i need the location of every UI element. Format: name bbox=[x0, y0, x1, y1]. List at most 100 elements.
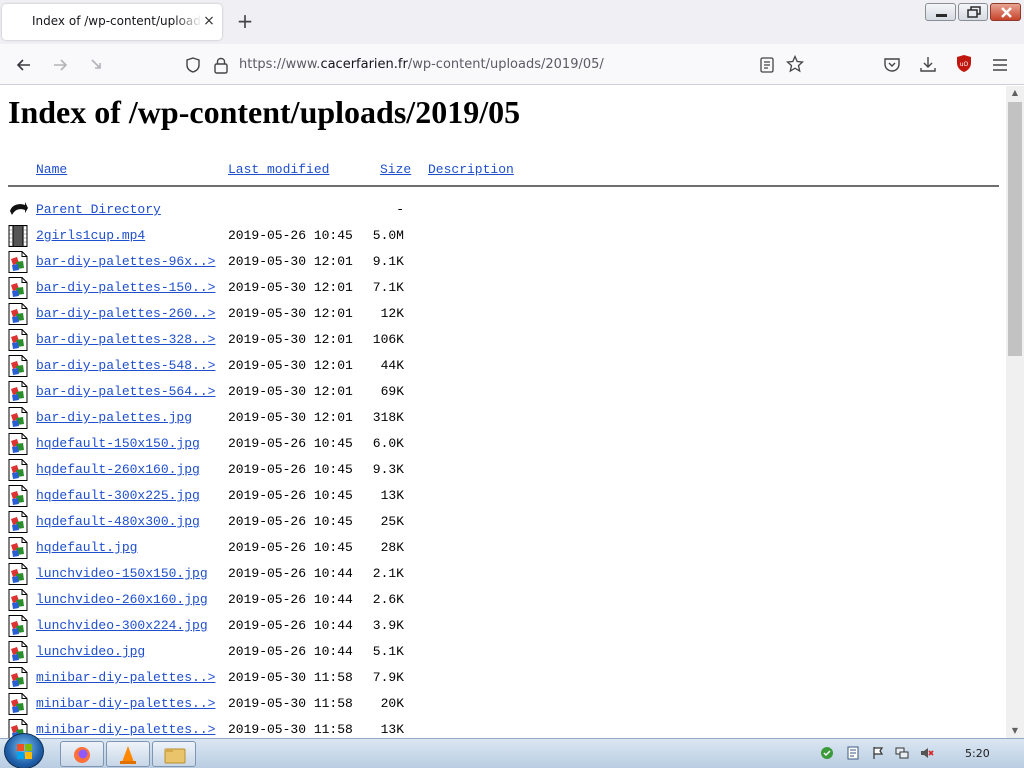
taskbar-vlc-button[interactable] bbox=[106, 741, 150, 767]
file-link[interactable]: hqdefault-260x160.jpg bbox=[36, 462, 200, 477]
restore-button[interactable] bbox=[958, 3, 988, 21]
file-link[interactable]: bar-diy-palettes-150..> bbox=[36, 280, 215, 295]
size-cell: 106K bbox=[372, 332, 404, 347]
document-tray-icon[interactable] bbox=[846, 746, 860, 760]
size-cell: 69K bbox=[380, 384, 404, 399]
back-button[interactable] bbox=[11, 52, 37, 78]
start-button[interactable] bbox=[4, 733, 44, 768]
last-modified-cell: 2019-05-30 11:58 bbox=[228, 696, 353, 711]
size-cell: 3.9K bbox=[372, 618, 404, 633]
svg-text:uO: uO bbox=[960, 61, 969, 68]
hamburger-menu-icon[interactable] bbox=[991, 56, 1009, 74]
file-link[interactable]: bar-diy-palettes-564..> bbox=[36, 384, 215, 399]
file-link[interactable]: bar-diy-palettes-260..> bbox=[36, 306, 215, 321]
tracking-protection-shield-icon[interactable] bbox=[185, 57, 201, 73]
file-link[interactable]: bar-diy-palettes-548..> bbox=[36, 358, 215, 373]
table-row: hqdefault.jpg 2019-05-26 10:45 28K bbox=[0, 536, 1000, 562]
lock-icon[interactable] bbox=[213, 56, 229, 74]
column-header-name[interactable]: Name bbox=[36, 162, 67, 177]
file-link[interactable]: minibar-diy-palettes..> bbox=[36, 670, 215, 685]
image-file-icon bbox=[8, 511, 28, 533]
image-file-icon bbox=[8, 303, 28, 325]
pocket-icon[interactable] bbox=[883, 56, 901, 74]
table-row: bar-diy-palettes-328..> 2019-05-30 12:01 1… bbox=[0, 328, 1000, 354]
last-modified-cell: 2019-05-30 11:58 bbox=[228, 722, 353, 737]
url-text[interactable]: https://www.cacerfarien.fr/wp-content/up… bbox=[239, 57, 604, 72]
size-cell: 44K bbox=[380, 358, 404, 373]
vertical-scrollbar[interactable]: ▲ ▼ bbox=[1006, 86, 1024, 738]
file-link[interactable]: minibar-diy-palettes..> bbox=[36, 696, 215, 711]
scroll-up-arrow-icon[interactable]: ▲ bbox=[1006, 86, 1024, 100]
image-file-icon bbox=[8, 355, 28, 377]
size-cell: 318K bbox=[372, 410, 404, 425]
file-link[interactable]: minibar-diy-palettes..> bbox=[36, 722, 215, 737]
image-file-icon bbox=[8, 459, 28, 481]
table-row: lunchvideo-260x160.jpg 2019-05-26 10:44 2.… bbox=[0, 588, 1000, 614]
size-cell: 5.1K bbox=[372, 644, 404, 659]
last-modified-cell: 2019-05-26 10:44 bbox=[228, 566, 353, 581]
file-link[interactable]: lunchvideo-260x160.jpg bbox=[36, 592, 208, 607]
file-link[interactable]: bar-diy-palettes-96x..> bbox=[36, 254, 215, 269]
file-link[interactable]: hqdefault-300x225.jpg bbox=[36, 488, 200, 503]
image-file-icon bbox=[8, 329, 28, 351]
scroll-down-arrow-icon[interactable]: ▼ bbox=[1006, 724, 1024, 738]
last-modified-cell: 2019-05-26 10:45 bbox=[228, 462, 353, 477]
file-link[interactable]: hqdefault.jpg bbox=[36, 540, 137, 555]
parent-directory-row: Parent Directory - bbox=[0, 198, 1000, 224]
size-cell: 2.1K bbox=[372, 566, 404, 581]
file-link[interactable]: 2girls1cup.mp4 bbox=[36, 228, 145, 243]
table-row: hqdefault-480x300.jpg 2019-05-26 10:45 25K bbox=[0, 510, 1000, 536]
flag-icon[interactable] bbox=[871, 746, 885, 760]
image-file-icon bbox=[8, 433, 28, 455]
file-link[interactable]: bar-diy-palettes-328..> bbox=[36, 332, 215, 347]
action-center-flag-icon[interactable] bbox=[820, 746, 834, 760]
image-file-icon bbox=[8, 563, 28, 585]
column-header-last-modified[interactable]: Last modified bbox=[228, 162, 329, 177]
file-link[interactable]: lunchvideo.jpg bbox=[36, 644, 145, 659]
tab-close-button[interactable]: × bbox=[201, 12, 217, 30]
table-row: bar-diy-palettes-96x..> 2019-05-30 12:01 9… bbox=[0, 250, 1000, 276]
minimize-button[interactable] bbox=[925, 3, 956, 21]
last-modified-cell: 2019-05-30 12:01 bbox=[228, 306, 353, 321]
reader-view-icon[interactable] bbox=[759, 56, 775, 74]
forward-arrow-icon bbox=[54, 59, 68, 71]
reload-button[interactable] bbox=[83, 52, 109, 78]
column-header-description[interactable]: Description bbox=[428, 162, 514, 177]
bookmark-star-icon[interactable] bbox=[786, 55, 804, 73]
size-cell: 12K bbox=[380, 306, 404, 321]
parent-directory-link[interactable]: Parent Directory bbox=[36, 202, 161, 217]
tab-active[interactable]: Index of /wp-content/uploads/2019/05/ × bbox=[2, 4, 222, 40]
last-modified-cell: 2019-05-30 12:01 bbox=[228, 384, 353, 399]
file-link[interactable]: lunchvideo-150x150.jpg bbox=[36, 566, 208, 581]
scrollbar-thumb[interactable] bbox=[1008, 102, 1022, 356]
file-link[interactable]: lunchvideo-300x224.jpg bbox=[36, 618, 208, 633]
new-tab-button[interactable]: + bbox=[234, 9, 256, 33]
file-link[interactable]: hqdefault-480x300.jpg bbox=[36, 514, 200, 529]
file-explorer-icon bbox=[164, 748, 186, 764]
downloads-icon[interactable] bbox=[919, 55, 937, 73]
volume-muted-icon[interactable] bbox=[920, 746, 934, 760]
size-cell: 9.1K bbox=[372, 254, 404, 269]
forward-button[interactable] bbox=[47, 52, 73, 78]
taskbar-clock[interactable]: 5:20 bbox=[965, 747, 990, 760]
network-icon[interactable] bbox=[895, 746, 909, 760]
url-host: cacerfarien.fr bbox=[320, 57, 408, 72]
page-content: Index of /wp-content/uploads/2019/05 Nam… bbox=[0, 86, 1006, 738]
table-row: bar-diy-palettes-150..> 2019-05-30 12:01 7… bbox=[0, 276, 1000, 302]
taskbar-firefox-button[interactable] bbox=[60, 741, 104, 767]
last-modified-cell: 2019-05-26 10:45 bbox=[228, 514, 353, 529]
table-row: minibar-diy-palettes..> 2019-05-30 11:58 7… bbox=[0, 666, 1000, 692]
restore-icon bbox=[967, 6, 981, 18]
close-window-button[interactable] bbox=[990, 3, 1021, 21]
address-bar[interactable]: https://www.cacerfarien.fr/wp-content/up… bbox=[175, 50, 813, 80]
column-header-size[interactable]: Size bbox=[380, 162, 411, 177]
file-link[interactable]: hqdefault-150x150.jpg bbox=[36, 436, 200, 451]
size-cell: 28K bbox=[380, 540, 404, 555]
url-scheme: https://www. bbox=[239, 57, 321, 72]
table-row: lunchvideo-300x224.jpg 2019-05-26 10:44 3.… bbox=[0, 614, 1000, 640]
ublock-origin-icon[interactable]: uO bbox=[955, 54, 973, 74]
taskbar-file-explorer-button[interactable] bbox=[152, 741, 196, 767]
image-file-icon bbox=[8, 667, 28, 689]
table-row: lunchvideo-150x150.jpg 2019-05-26 10:44 2.… bbox=[0, 562, 1000, 588]
file-link[interactable]: bar-diy-palettes.jpg bbox=[36, 410, 192, 425]
